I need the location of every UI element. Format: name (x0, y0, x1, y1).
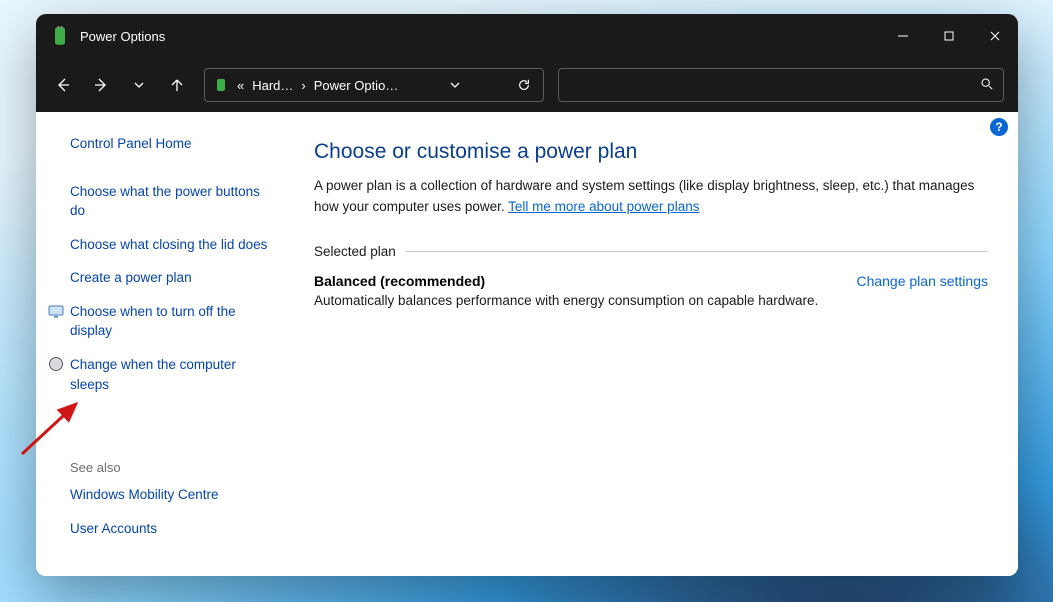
navigation-toolbar: « Hard… › Power Optio… (36, 58, 1018, 112)
sidebar-link-turn-off-display[interactable]: Choose when to turn off the display (70, 302, 274, 341)
sidebar-link-power-buttons[interactable]: Choose what the power buttons do (70, 182, 274, 221)
up-button[interactable] (160, 68, 194, 102)
learn-more-link[interactable]: Tell me more about power plans (508, 199, 699, 214)
window-title: Power Options (80, 29, 165, 44)
sidebar-item-label: Change when the computer sleeps (70, 357, 236, 392)
breadcrumb-chevrons: « (235, 78, 246, 93)
main-pane: Choose or customise a power plan A power… (284, 112, 1018, 576)
close-button[interactable] (972, 14, 1018, 58)
titlebar: Power Options (36, 14, 1018, 58)
selected-plan-section: Selected plan (314, 244, 988, 259)
search-box[interactable] (558, 68, 1004, 102)
page-heading: Choose or customise a power plan (314, 140, 988, 164)
search-input[interactable] (559, 78, 980, 93)
sidebar-link-closing-lid[interactable]: Choose what closing the lid does (70, 235, 274, 255)
window-controls (880, 14, 1018, 58)
breadcrumb-sep: › (299, 78, 307, 93)
control-panel-home-link[interactable]: Control Panel Home (70, 134, 274, 154)
plan-description: Automatically balances performance with … (314, 293, 988, 308)
recent-locations-button[interactable] (122, 68, 156, 102)
location-icon (213, 77, 229, 93)
minimize-button[interactable] (880, 14, 926, 58)
content-area: ? Control Panel Home Choose what the pow… (36, 112, 1018, 576)
search-icon[interactable] (980, 77, 993, 93)
sidebar-link-computer-sleeps[interactable]: Change when the computer sleeps (70, 355, 274, 394)
sidebar: Control Panel Home Choose what the power… (36, 112, 284, 576)
plan-name: Balanced (recommended) (314, 273, 485, 289)
sidebar-item-label: Choose when to turn off the display (70, 304, 236, 339)
moon-icon (48, 356, 64, 372)
section-rule (406, 251, 988, 252)
plan-row: Balanced (recommended) Change plan setti… (314, 273, 988, 289)
maximize-button[interactable] (926, 14, 972, 58)
address-dropdown-button[interactable] (436, 69, 474, 101)
refresh-button[interactable] (505, 69, 543, 101)
address-bar[interactable]: « Hard… › Power Optio… (204, 68, 544, 102)
help-icon[interactable]: ? (990, 118, 1008, 136)
see-also-user-accounts[interactable]: User Accounts (70, 519, 274, 539)
breadcrumb-seg-2[interactable]: Power Optio… (308, 78, 405, 93)
sidebar-link-create-plan[interactable]: Create a power plan (70, 268, 274, 288)
back-button[interactable] (46, 68, 80, 102)
section-label: Selected plan (314, 244, 396, 259)
power-options-window: Power Options (36, 14, 1018, 576)
change-plan-settings-link[interactable]: Change plan settings (856, 273, 988, 289)
breadcrumb-seg-1[interactable]: Hard… (246, 78, 299, 93)
see-also-heading: See also (70, 460, 274, 475)
page-description: A power plan is a collection of hardware… (314, 176, 988, 218)
forward-button[interactable] (84, 68, 118, 102)
display-icon (48, 303, 64, 319)
see-also-mobility-centre[interactable]: Windows Mobility Centre (70, 485, 274, 505)
power-options-icon (50, 26, 70, 46)
